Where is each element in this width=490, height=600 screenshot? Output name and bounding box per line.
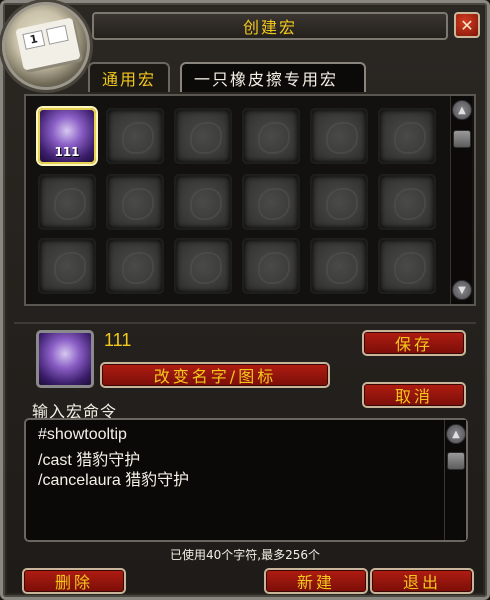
macro-slot-label: 111	[54, 145, 80, 159]
keyboard-keys-icon: 1	[15, 17, 81, 71]
macro-slot-empty[interactable]	[310, 108, 368, 164]
macro-slot-empty[interactable]	[106, 174, 164, 230]
macro-slot-empty[interactable]	[242, 238, 300, 294]
editor-scrollbar[interactable]: ▲	[444, 420, 466, 540]
key-blank	[45, 24, 69, 45]
macro-slot-empty[interactable]	[174, 174, 232, 230]
window-title: 创建宏	[242, 18, 297, 37]
scroll-up-icon[interactable]: ▲	[452, 100, 472, 120]
macro-slot-empty[interactable]	[106, 238, 164, 294]
scroll-thumb[interactable]	[447, 452, 465, 470]
macro-slot-empty[interactable]	[106, 108, 164, 164]
delete-button[interactable]: 删除	[22, 568, 126, 594]
macro-slot-empty[interactable]	[242, 108, 300, 164]
close-icon: ✕	[460, 15, 474, 35]
macro-slot-filled[interactable]: 111	[38, 108, 96, 164]
tab-general-macros[interactable]: 通用宏	[88, 62, 170, 92]
character-count-text: 已使用40个字符,最多256个	[170, 548, 320, 562]
macro-command-editor[interactable]: #showtooltip /cast 猎豹守护 /cancelaura 猎豹守护…	[24, 418, 468, 542]
macro-slot-empty[interactable]	[242, 174, 300, 230]
close-button[interactable]: ✕	[454, 12, 480, 38]
selected-macro-icon[interactable]	[36, 330, 94, 388]
macro-slot-empty[interactable]	[378, 108, 436, 164]
macro-slot-empty[interactable]	[174, 108, 232, 164]
grid-scrollbar[interactable]: ▲ ▼	[450, 96, 472, 304]
change-name-icon-button[interactable]: 改变名字/图标	[100, 362, 330, 388]
scroll-thumb[interactable]	[453, 130, 471, 148]
cancel-button[interactable]: 取消	[362, 382, 466, 408]
scroll-down-icon[interactable]: ▼	[452, 280, 472, 300]
macro-slot-empty[interactable]	[378, 238, 436, 294]
key-one: 1	[22, 29, 46, 50]
macro-line: /cancelaura 猎豹守护	[38, 472, 190, 489]
macro-slot-empty[interactable]	[38, 174, 96, 230]
macro-slot-empty[interactable]	[174, 238, 232, 294]
macro-slot-empty[interactable]	[378, 174, 436, 230]
scroll-up-icon[interactable]: ▲	[446, 424, 466, 444]
selected-macro-name: 111	[104, 330, 132, 350]
macro-slot-empty[interactable]	[310, 174, 368, 230]
macro-slot-empty[interactable]	[310, 238, 368, 294]
macro-slot-empty[interactable]	[38, 238, 96, 294]
window-title-bar: 创建宏	[92, 12, 448, 40]
section-divider	[14, 322, 476, 324]
macro-portrait-icon: 1	[2, 2, 90, 90]
new-button[interactable]: 新建	[264, 568, 368, 594]
exit-button[interactable]: 退出	[370, 568, 474, 594]
save-button[interactable]: 保存	[362, 330, 466, 356]
macro-icon-grid: 111 ▲ ▼	[24, 94, 476, 306]
macro-line: #showtooltip	[38, 426, 127, 443]
tab-character-macros[interactable]: 一只橡皮擦专用宏	[180, 62, 366, 92]
